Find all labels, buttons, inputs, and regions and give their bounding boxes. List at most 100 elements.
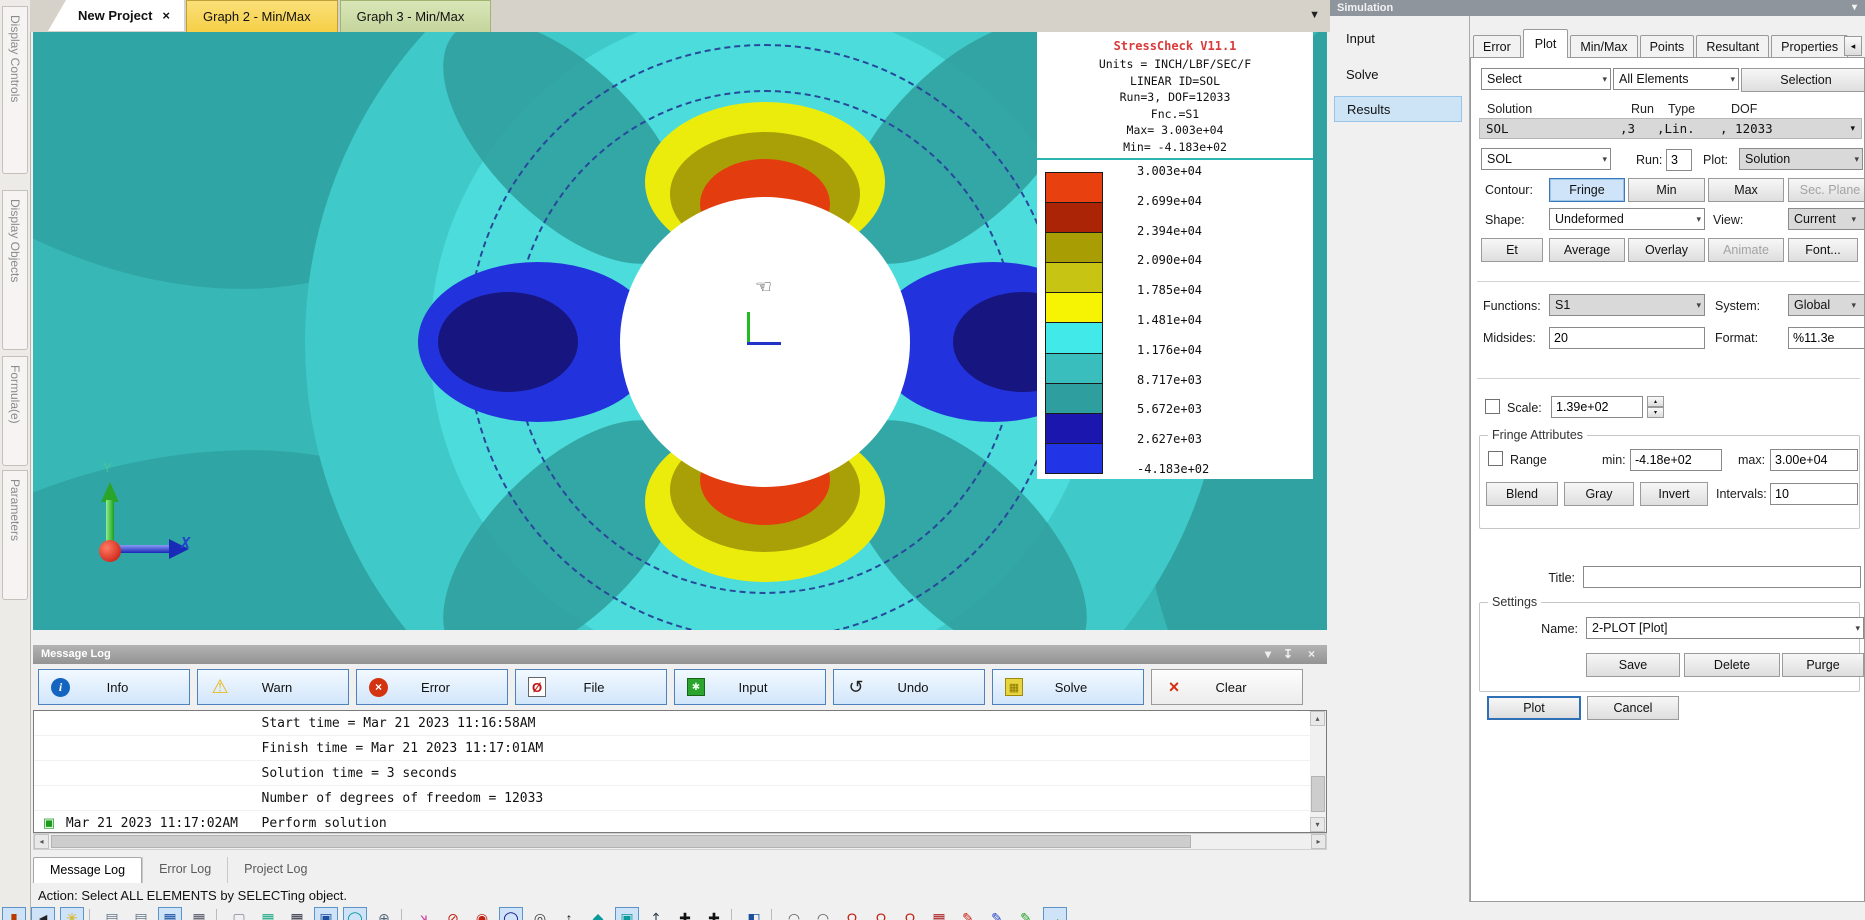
sidebar-tab[interactable]: Parameters (2, 470, 28, 600)
toolbar-icon[interactable]: ✚ (702, 907, 726, 920)
scroll-right-icon[interactable]: ▸ (1311, 834, 1326, 849)
fringe-style-button[interactable]: Blend (1486, 482, 1558, 506)
toolbar-icon[interactable]: ▦ (187, 907, 211, 920)
toolbar-icon[interactable] (89, 909, 95, 920)
tab-list-dropdown-icon[interactable]: ▼ (1309, 9, 1320, 21)
log-filter-button[interactable]: × Error (356, 669, 508, 705)
plot-action-button[interactable]: Font... (1788, 238, 1858, 262)
message-log-list[interactable]: Start time = Mar 21 2023 11:16:58AM Fini… (33, 710, 1327, 833)
settings-action-button[interactable]: Purge (1782, 653, 1864, 677)
toolbar-icon[interactable]: ▤ (100, 907, 124, 920)
log-vertical-scrollbar[interactable]: ▴ ▾ (1310, 711, 1326, 832)
toolbar-icon[interactable]: ⊘ (441, 907, 465, 920)
results-tab[interactable]: Resultant (1696, 35, 1769, 58)
toolbar-icon[interactable]: Ω (840, 907, 864, 920)
toolbar-icon[interactable]: ◠ (811, 907, 835, 920)
toolbar-icon[interactable]: ◎ (528, 907, 552, 920)
plot-title-input[interactable] (1583, 566, 1861, 588)
sidebar-tab[interactable]: Display Controls (2, 6, 28, 174)
select-scope-combo[interactable]: All Elements ▾ (1613, 68, 1739, 90)
toolbar-icon[interactable]: ▮ (2, 907, 26, 920)
spinner-up-icon[interactable]: ▴ (1647, 396, 1664, 407)
intervals-input[interactable] (1770, 483, 1858, 505)
toolbar-icon[interactable] (216, 909, 222, 920)
toolbar-icon[interactable]: ▦ (927, 907, 951, 920)
functions-combo[interactable]: S1 ▾ (1549, 294, 1705, 316)
toolbar-icon[interactable]: ✎ (956, 907, 980, 920)
log-filter-button[interactable]: ▦ Solve (992, 669, 1144, 705)
toolbar-icon[interactable]: ▦ (285, 907, 309, 920)
fringe-style-button[interactable]: Invert (1640, 482, 1708, 506)
system-combo[interactable]: Global ▾ (1788, 294, 1865, 316)
view-combo[interactable]: Current ▾ (1788, 208, 1865, 230)
results-tab[interactable]: Properties (1771, 35, 1848, 58)
plot-action-button[interactable]: Et (1481, 238, 1543, 262)
toolbar-icon[interactable]: ✎ (1014, 907, 1038, 920)
contour-mode-button[interactable]: Min (1628, 178, 1705, 202)
log-filter-button[interactable]: i Info (38, 669, 190, 705)
settings-name-combo[interactable]: 2-PLOT [Plot] ▾ (1586, 617, 1864, 639)
panel-close-icon[interactable]: × (1308, 645, 1315, 664)
log-tab[interactable]: Project Log (227, 857, 323, 883)
toolbar-icon[interactable]: ◆ (586, 907, 610, 920)
scroll-thumb[interactable] (51, 835, 1191, 848)
toolbar-icon[interactable]: ◉ (470, 907, 494, 920)
scroll-left-icon[interactable]: ◂ (34, 834, 49, 849)
log-filter-button[interactable]: ⚠ Warn (197, 669, 349, 705)
toolbar-icon[interactable] (401, 909, 407, 920)
log-filter-button[interactable]: ↺ Undo (833, 669, 985, 705)
tab-close-icon[interactable]: × (162, 8, 170, 23)
toolbar-icon[interactable]: ▣ (314, 907, 338, 920)
toolbar-icon[interactable]: ↥ (644, 907, 668, 920)
document-tab[interactable]: Graph 3 - Min/Max (340, 0, 492, 32)
log-tab[interactable]: Error Log (142, 857, 227, 883)
range-min-input[interactable] (1630, 449, 1722, 471)
plot-action-button[interactable]: Overlay (1628, 238, 1705, 262)
document-tab[interactable]: New Project × (48, 0, 184, 31)
log-filter-button[interactable]: × Clear (1151, 669, 1303, 705)
contour-mode-button[interactable]: Fringe (1549, 178, 1625, 202)
results-tab[interactable]: Error (1473, 35, 1521, 58)
toolbar-icon[interactable]: ◯ (343, 907, 367, 920)
sim-nav-item[interactable]: Input (1334, 26, 1462, 52)
sim-nav-item[interactable]: Results (1334, 96, 1462, 122)
toolbar-icon[interactable]: ◧ (742, 907, 766, 920)
results-tab[interactable]: Plot (1523, 29, 1569, 58)
model-viewport[interactable]: ☜ StressCheck V11.1 Units = INCH/LBF/SEC… (33, 32, 1327, 630)
scale-input[interactable] (1551, 396, 1643, 418)
sim-nav-item[interactable]: Solve (1334, 62, 1462, 88)
plot-action-button[interactable]: Animate (1708, 238, 1784, 262)
panel-menu-icon[interactable]: ▾ (1852, 0, 1857, 16)
sidebar-tab[interactable]: Formula(e) (2, 356, 28, 466)
toolbar-icon[interactable]: ◄ (31, 907, 55, 920)
scroll-up-icon[interactable]: ▴ (1310, 711, 1325, 726)
sidebar-tab[interactable]: Display Objects (2, 190, 28, 350)
log-filter-button[interactable]: ✱ Input (674, 669, 826, 705)
toolbar-icon[interactable] (771, 909, 777, 920)
toolbar-icon[interactable] (731, 909, 737, 920)
plot-type-combo[interactable]: Solution ▾ (1739, 148, 1863, 170)
panel-pin-icon[interactable]: ↧ (1283, 645, 1293, 664)
scale-spinner[interactable]: ▴ ▾ (1647, 396, 1664, 418)
toolbar-icon[interactable]: ✚ (673, 907, 697, 920)
results-tab[interactable]: Min/Max (1570, 35, 1637, 58)
log-horizontal-scrollbar[interactable]: ◂ ▸ (33, 833, 1327, 850)
solution-list-row[interactable]: SOL ,3 ,Lin. , 12033 ▾ (1479, 118, 1862, 139)
toolbar-icon[interactable]: Ω (869, 907, 893, 920)
results-tab[interactable]: Points (1640, 35, 1695, 58)
toolbar-icon[interactable]: ▣ (615, 907, 639, 920)
toolbar-icon[interactable]: ⊕ (372, 907, 396, 920)
plot-action-button[interactable]: Average (1549, 238, 1625, 262)
toolbar-icon[interactable]: Ω (898, 907, 922, 920)
toolbar-icon[interactable]: ↕ (557, 907, 581, 920)
fringe-style-button[interactable]: Gray (1564, 482, 1634, 506)
selection-button[interactable]: Selection (1741, 68, 1865, 92)
settings-action-button[interactable]: Save (1586, 653, 1680, 677)
log-tab[interactable]: Message Log (33, 857, 142, 883)
tab-scroll-left-icon[interactable]: ◂ (1844, 36, 1862, 56)
toolbar-icon[interactable]: ▤ (129, 907, 153, 920)
toolbar-icon[interactable]: ʞ (412, 907, 436, 920)
panel-menu-icon[interactable]: ▾ (1265, 645, 1271, 664)
contour-mode-button[interactable]: Sec. Plane (1788, 178, 1865, 202)
toolbar-icon[interactable]: ▦ (256, 907, 280, 920)
